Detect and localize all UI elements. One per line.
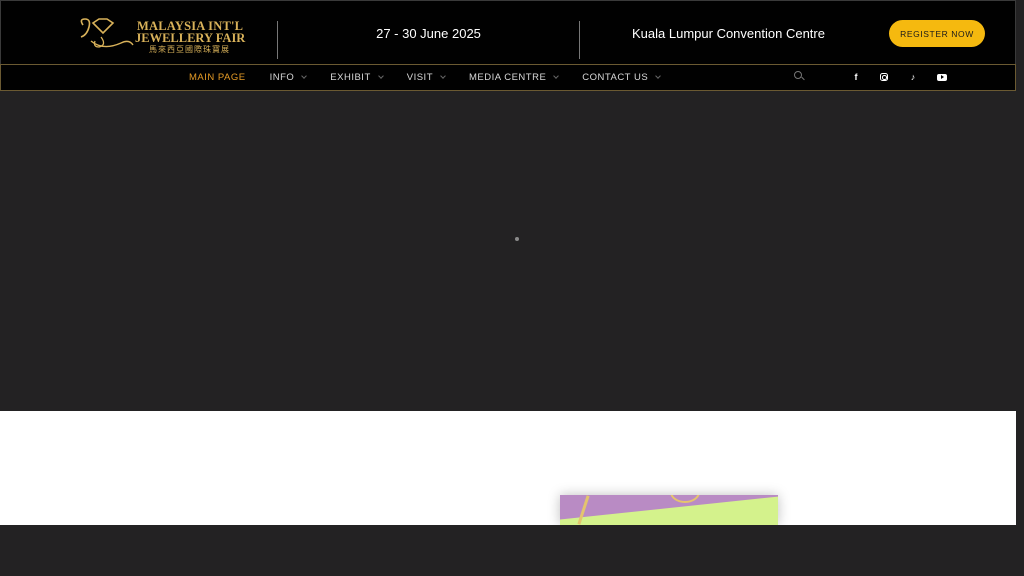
nav-item-label: VISIT bbox=[406, 72, 434, 83]
header-divider bbox=[277, 21, 278, 59]
youtube-icon[interactable] bbox=[935, 70, 949, 84]
nav-item-label: MEDIA CENTRE bbox=[469, 72, 547, 83]
register-now-button[interactable]: REGISTER NOW bbox=[889, 20, 985, 47]
main-nav: MAIN PAGE INFO EXHIBIT VISIT MEDIA CENTR… bbox=[0, 64, 1016, 91]
instagram-icon[interactable] bbox=[877, 70, 891, 84]
search-icon[interactable] bbox=[794, 71, 802, 79]
nav-item-contact-us[interactable]: CONTACT US bbox=[582, 72, 661, 83]
loading-indicator bbox=[515, 237, 519, 241]
nav-menu: MAIN PAGE INFO EXHIBIT VISIT MEDIA CENTR… bbox=[189, 65, 684, 90]
nav-item-main-page[interactable]: MAIN PAGE bbox=[189, 72, 246, 83]
nav-item-label: CONTACT US bbox=[582, 72, 649, 83]
event-date: 27 - 30 June 2025 bbox=[376, 26, 481, 41]
nav-item-info[interactable]: INFO bbox=[269, 72, 308, 83]
nav-item-exhibit[interactable]: EXHIBIT bbox=[330, 72, 384, 83]
chevron-down-icon bbox=[377, 73, 384, 79]
nav-item-visit[interactable]: VISIT bbox=[406, 72, 446, 83]
top-header: MALAYSIA INT'L JEWELLERY FAIR 馬來西亞國際珠寶展 … bbox=[0, 0, 1016, 64]
chevron-down-icon bbox=[440, 73, 446, 79]
header-divider bbox=[579, 21, 580, 59]
logo-chinese-title: 馬來西亞國際珠寶展 bbox=[149, 45, 230, 54]
nav-item-media-centre[interactable]: MEDIA CENTRE bbox=[469, 72, 560, 83]
nav-item-label: INFO bbox=[269, 72, 295, 83]
hero-banner bbox=[0, 91, 1016, 411]
tiktok-icon[interactable]: ♪ bbox=[906, 70, 920, 84]
nav-item-label: MAIN PAGE bbox=[189, 72, 246, 83]
promo-image[interactable] bbox=[560, 495, 778, 525]
chevron-down-icon bbox=[655, 73, 661, 79]
page: MALAYSIA INT'L JEWELLERY FAIR 馬來西亞國際珠寶展 … bbox=[0, 0, 1024, 576]
chevron-down-icon bbox=[301, 73, 308, 79]
nav-item-label: EXHIBIT bbox=[330, 72, 371, 83]
diamond-logo-icon bbox=[80, 18, 134, 48]
facebook-icon[interactable]: f bbox=[849, 70, 863, 84]
content-section bbox=[0, 411, 1016, 525]
chevron-down-icon bbox=[553, 73, 560, 79]
site-logo[interactable]: MALAYSIA INT'L JEWELLERY FAIR 馬來西亞國際珠寶展 bbox=[77, 15, 245, 54]
event-venue: Kuala Lumpur Convention Centre bbox=[632, 26, 825, 41]
lower-section bbox=[0, 525, 1024, 576]
